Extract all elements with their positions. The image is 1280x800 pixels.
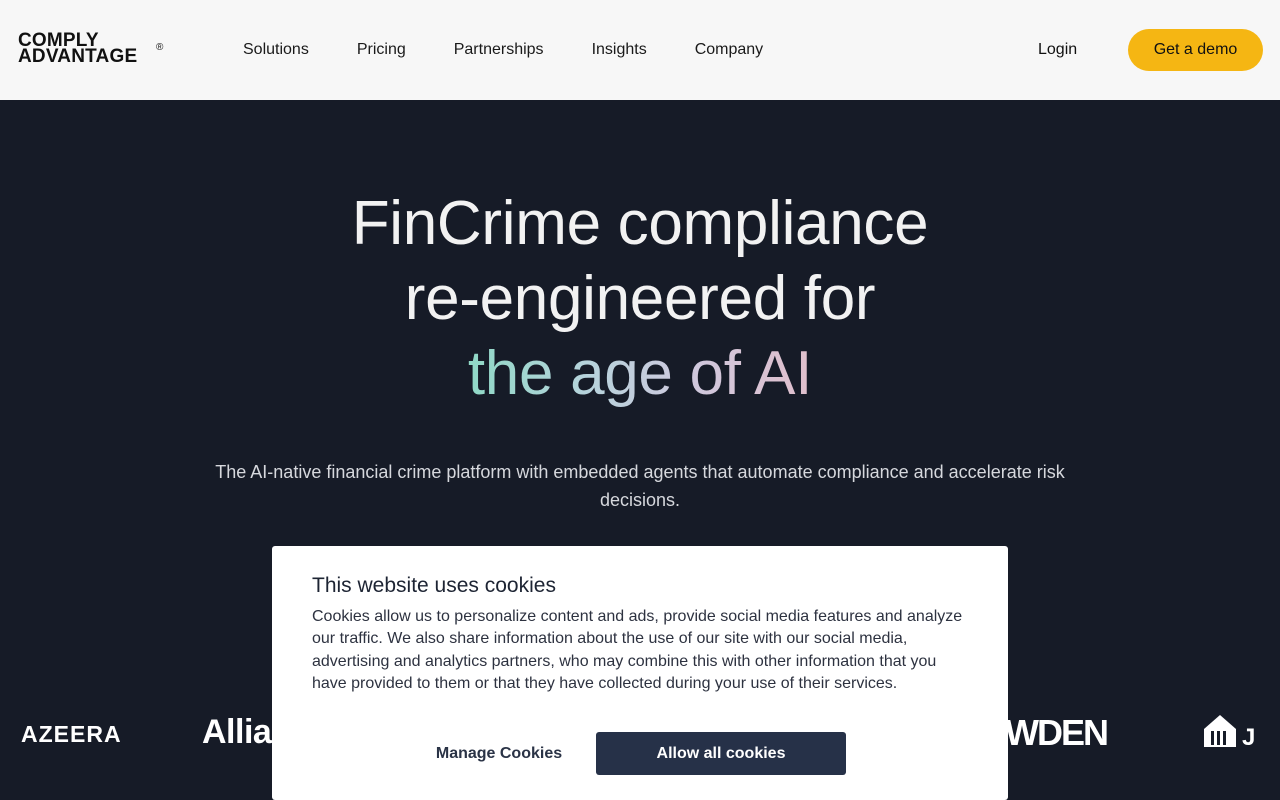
cookie-dialog-body: Cookies allow us to personalize content … <box>312 608 963 693</box>
logo-line-2: ADVANTAGE <box>18 46 138 67</box>
nav-solutions[interactable]: Solutions <box>243 40 309 60</box>
svg-text:J: J <box>1242 724 1255 751</box>
manage-cookies-button[interactable]: Manage Cookies <box>412 732 586 775</box>
nav-partnerships[interactable]: Partnerships <box>454 40 544 60</box>
site-header: COMPLY ADVANTAGE ® Solutions Pricing Par… <box>0 0 1280 100</box>
partner-logo-wden: WDEN <box>1005 712 1109 753</box>
cookie-consent-dialog: This website uses cookies Cookies allow … <box>272 546 1008 800</box>
nav-company[interactable]: Company <box>695 40 763 60</box>
nav-pricing[interactable]: Pricing <box>357 40 406 60</box>
allow-all-cookies-button[interactable]: Allow all cookies <box>596 732 846 775</box>
get-demo-button[interactable]: Get a demo <box>1128 29 1263 71</box>
hero-title: FinCrime compliance re-engineered for th… <box>0 186 1280 411</box>
login-link[interactable]: Login <box>1038 40 1077 60</box>
hero-subtitle: The AI-native financial crime platform w… <box>215 462 1065 510</box>
registered-mark: ® <box>156 42 164 53</box>
hero-title-line-1: FinCrime compliance <box>351 189 929 258</box>
hero-title-line-2: re-engineered for <box>404 264 876 333</box>
cookie-dialog-title: This website uses cookies <box>312 574 556 597</box>
nav-insights[interactable]: Insights <box>592 40 647 60</box>
partner-logo-allianz: Allia <box>202 713 272 751</box>
just-eat-icon: J <box>1202 711 1262 751</box>
main-nav: Solutions Pricing Partnerships Insights … <box>243 40 763 60</box>
hero-title-gradient-line: the age of AI <box>468 336 813 411</box>
comply-advantage-logo[interactable]: COMPLY ADVANTAGE ® <box>18 31 168 67</box>
partner-logo-azeera: AZEERA <box>21 721 122 747</box>
